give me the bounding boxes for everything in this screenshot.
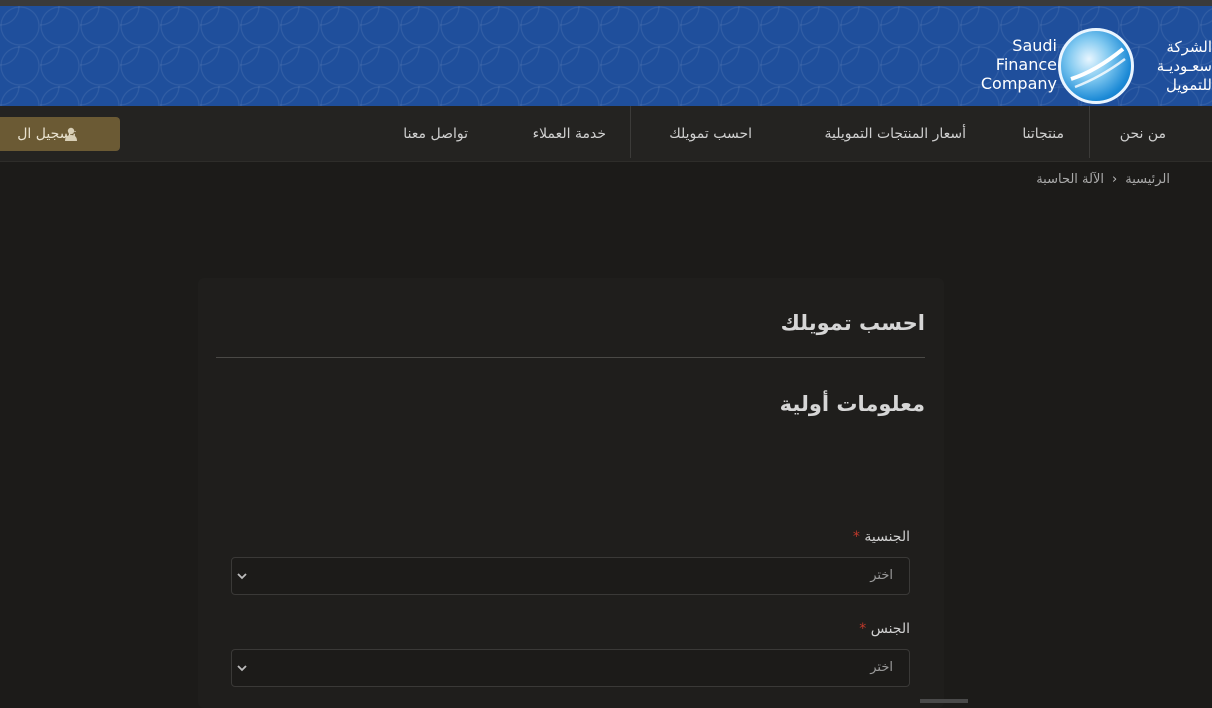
title-divider [216,357,925,358]
main-navigation: من نحن منتجاتنا أسعار المنتجات التمويلية… [0,106,1212,162]
chevron-down-icon [237,573,247,580]
breadcrumb-home-link[interactable]: الرئيسية [1125,172,1170,187]
gender-select[interactable]: اختر [231,649,910,687]
register-button[interactable]: تسجيل ال [0,117,120,151]
logo-en-line-2: Finance [995,55,1057,74]
nationality-select[interactable]: اختر [231,557,910,595]
logo-ar-line-1: الشركة [1166,38,1212,56]
scrollbar-thumb[interactable] [920,699,968,703]
logo-ar-line-2: سعـوديـة [1156,57,1212,75]
logo-ar-line-3: للتمويل [1165,76,1212,94]
gender-label: الجنس * [859,621,910,637]
logo-english-text: Saudi Finance Company [981,36,1057,93]
logo-en-line-1: Saudi [1012,36,1057,55]
chevron-left-icon: ‹ [1112,172,1118,187]
nav-item-calculate-finance[interactable]: احسب تمويلك [669,106,752,162]
required-mark: * [859,621,867,637]
gender-select-value: اختر [870,660,893,675]
user-icon [65,127,77,141]
breadcrumb-current: الآلة الحاسبة [1036,172,1105,187]
company-logo[interactable]: Saudi Finance Company الشركة سعـوديـة لل… [972,16,1212,104]
nationality-select-value: اختر [870,568,893,583]
nav-item-about[interactable]: من نحن [1120,106,1166,162]
header-banner: Saudi Finance Company الشركة سعـوديـة لل… [0,6,1212,106]
nav-item-product-prices[interactable]: أسعار المنتجات التمويلية [825,106,966,162]
nav-item-contact-us[interactable]: تواصل معنا [403,106,468,162]
breadcrumb: الرئيسية ‹ الآلة الحاسبة [1028,172,1170,187]
calculator-card: احسب تمويلك معلومات أولية الجنسية * اختر… [198,278,944,708]
logo-emblem-icon [1058,28,1134,104]
chevron-down-icon [237,665,247,672]
nav-divider [1089,106,1090,158]
nav-item-customer-service[interactable]: خدمة العملاء [533,106,606,162]
logo-en-line-3: Company [980,74,1057,93]
page-title: احسب تمويلك [780,311,925,335]
nationality-label: الجنسية * [853,529,910,545]
nav-divider [630,106,631,158]
nationality-label-text: الجنسية [864,529,910,545]
nav-item-products[interactable]: منتجاتنا [1022,106,1064,162]
required-mark: * [852,529,860,545]
section-title: معلومات أولية [779,392,925,416]
gender-label-text: الجنس [870,621,910,637]
logo-arabic-text: الشركة سعـوديـة للتمويل [1136,38,1212,95]
